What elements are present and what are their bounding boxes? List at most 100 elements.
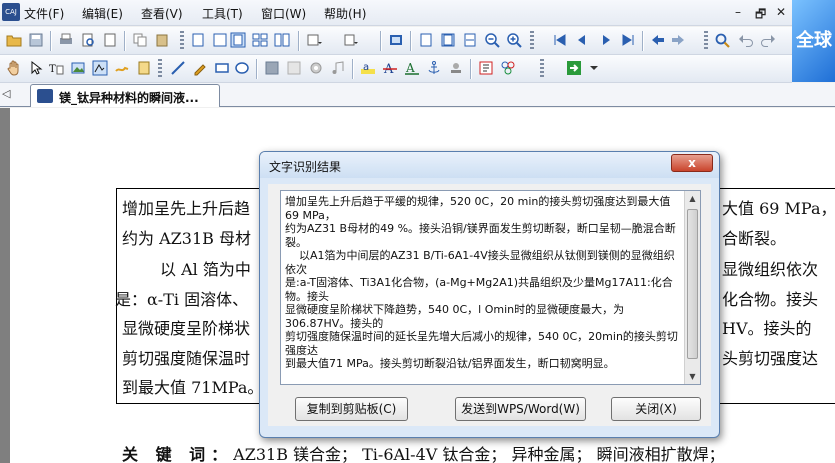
dialog-titlebar[interactable]: 文字识别结果 x [260, 152, 719, 178]
document-tab-icon [37, 89, 53, 103]
fullscreen-icon[interactable] [388, 32, 404, 48]
minimize-icon[interactable]: – [735, 5, 741, 19]
music-note-icon[interactable] [330, 60, 346, 76]
menu-tools[interactable]: 工具(T) [202, 5, 243, 22]
open-folder-icon[interactable] [6, 32, 22, 48]
menu-window[interactable]: 窗口(W) [261, 5, 306, 22]
zoom-in-icon[interactable] [506, 32, 522, 48]
scroll-up-icon[interactable]: ▲ [685, 191, 700, 206]
toolbar-grip[interactable] [540, 59, 544, 79]
actual-size-icon[interactable] [418, 32, 434, 48]
toolbar-separator [642, 31, 644, 51]
ocr-text[interactable]: 增加呈先上升后趋于平缓的规律，520 0C，20 min的接头剪切强度达到最大值… [285, 195, 680, 371]
toolbar-grip[interactable] [158, 59, 162, 79]
menu-bar: CAJ 文件(F) 编辑(E) 查看(V) 工具(T) 窗口(W) 帮助(H) … [0, 0, 835, 26]
close-button[interactable]: 关闭(X) [611, 397, 701, 421]
doc-line: 是：α-Ti 固溶体、 [115, 290, 249, 309]
stamp-icon[interactable] [448, 60, 464, 76]
document-icon[interactable] [102, 32, 118, 48]
single-page-icon[interactable] [190, 32, 206, 48]
toolbar-grip[interactable] [704, 31, 708, 51]
menu-file[interactable]: 文件(F) [24, 5, 64, 22]
dialog-close-icon[interactable]: x [671, 154, 713, 172]
chevron-down-icon[interactable] [586, 60, 602, 76]
vertical-scrollbar[interactable]: ▲ ▼ [684, 191, 700, 384]
rotate-dropdown-icon[interactable] [342, 32, 358, 48]
annotation-toolbar: T a A A [0, 55, 792, 83]
keywords-line: 关 键 词：AZ31B 镁合金； Ti-6Al-4V 钛合金； 异种金属； 瞬间… [122, 441, 725, 463]
hand-tool-icon[interactable] [6, 60, 22, 76]
bookmark-note-icon[interactable] [478, 60, 494, 76]
keywords-text: AZ31B 镁合金； Ti-6Al-4V 钛合金； 异种金属； 瞬间液相扩散焊； [233, 445, 725, 463]
image-select-icon[interactable] [70, 60, 86, 76]
translate-icon[interactable] [114, 60, 130, 76]
brand-banner: 全球 [792, 0, 835, 82]
book-icon[interactable] [136, 60, 152, 76]
doc-line: 增加呈先上升后趋 [122, 199, 251, 218]
redo-icon[interactable] [760, 32, 776, 48]
ocr-text-area[interactable]: 增加呈先上升后趋于平缓的规律，520 0C，20 min的接头剪切强度达到最大值… [280, 190, 701, 385]
dialog-body: 增加呈先上升后趋于平缓的规律，520 0C，20 min的接头剪切强度达到最大值… [268, 184, 711, 426]
search-icon[interactable] [714, 32, 730, 48]
knowledge-graph-icon[interactable] [500, 60, 516, 76]
copy-to-clipboard-button[interactable]: 复制到剪贴板(C) [295, 397, 408, 421]
prev-page-icon[interactable] [574, 32, 590, 48]
app-logo-icon: CAJ [2, 3, 20, 21]
toolbar-grip[interactable] [180, 31, 184, 51]
ocr-icon[interactable] [92, 60, 108, 76]
line-tool-icon[interactable] [170, 60, 186, 76]
zoom-out-icon[interactable] [484, 32, 500, 48]
last-page-icon[interactable] [620, 32, 636, 48]
eraser-icon[interactable] [264, 60, 280, 76]
keywords-label: 关 键 词： [122, 445, 234, 463]
doc-line: 以 Al 箔为中 [160, 260, 251, 279]
layout-dropdown-icon[interactable] [306, 32, 322, 48]
ellipse-tool-icon[interactable] [234, 60, 250, 76]
anchor-icon[interactable] [426, 60, 442, 76]
paste-icon[interactable] [154, 32, 170, 48]
multi-page-icon[interactable] [252, 32, 268, 48]
toolbar-separator [298, 31, 300, 51]
first-page-icon[interactable] [552, 32, 568, 48]
fit-width-icon[interactable] [462, 32, 478, 48]
toolbar-separator [50, 31, 52, 51]
send-to-wps-word-button[interactable]: 发送到WPS/Word(W) [455, 397, 586, 421]
menu-view[interactable]: 查看(V) [141, 5, 183, 22]
export-green-icon[interactable] [566, 60, 582, 76]
next-page-icon[interactable] [598, 32, 614, 48]
continuous-page-icon[interactable] [230, 32, 246, 48]
menu-edit[interactable]: 编辑(E) [82, 5, 123, 22]
highlight-text-icon[interactable]: a [360, 60, 376, 76]
text-select-icon[interactable]: T [48, 60, 64, 76]
forward-icon[interactable] [670, 32, 686, 48]
note-icon[interactable] [286, 60, 302, 76]
restore-icon[interactable]: 🗗 [755, 5, 766, 26]
close-window-icon[interactable]: ✕ [776, 5, 786, 19]
doc-line-fragment: 显微组织依次 [722, 260, 819, 279]
page-view-icon[interactable] [212, 32, 228, 48]
scroll-down-icon[interactable]: ▼ [685, 369, 700, 384]
two-page-icon[interactable] [274, 32, 290, 48]
svg-text:A: A [405, 61, 415, 75]
strikethrough-icon[interactable]: A [382, 60, 398, 76]
tab-document[interactable]: 镁_钛异种材料的瞬间液... [30, 84, 220, 107]
print-icon[interactable] [58, 32, 74, 48]
tab-scroll-left-icon[interactable]: ◁ [2, 87, 10, 100]
menu-help[interactable]: 帮助(H) [324, 5, 366, 22]
toolbar-separator [256, 59, 258, 79]
settings-gear-icon[interactable] [308, 60, 324, 76]
scrollbar-thumb[interactable] [687, 209, 698, 359]
print-preview-icon[interactable] [80, 32, 96, 48]
tab-document-label: 镁_钛异种材料的瞬间液... [59, 91, 199, 105]
doc-line: 到最大值 71MPa。 [122, 378, 264, 397]
select-pointer-icon[interactable] [28, 60, 44, 76]
save-icon[interactable] [28, 32, 44, 48]
toolbar-grip[interactable] [530, 31, 534, 51]
fit-page-icon[interactable] [440, 32, 456, 48]
underline-icon[interactable]: A [404, 60, 420, 76]
back-icon[interactable] [650, 32, 666, 48]
pen-tool-icon[interactable] [192, 60, 208, 76]
undo-icon[interactable] [738, 32, 754, 48]
copy-icon[interactable] [132, 32, 148, 48]
rectangle-tool-icon[interactable] [214, 60, 230, 76]
